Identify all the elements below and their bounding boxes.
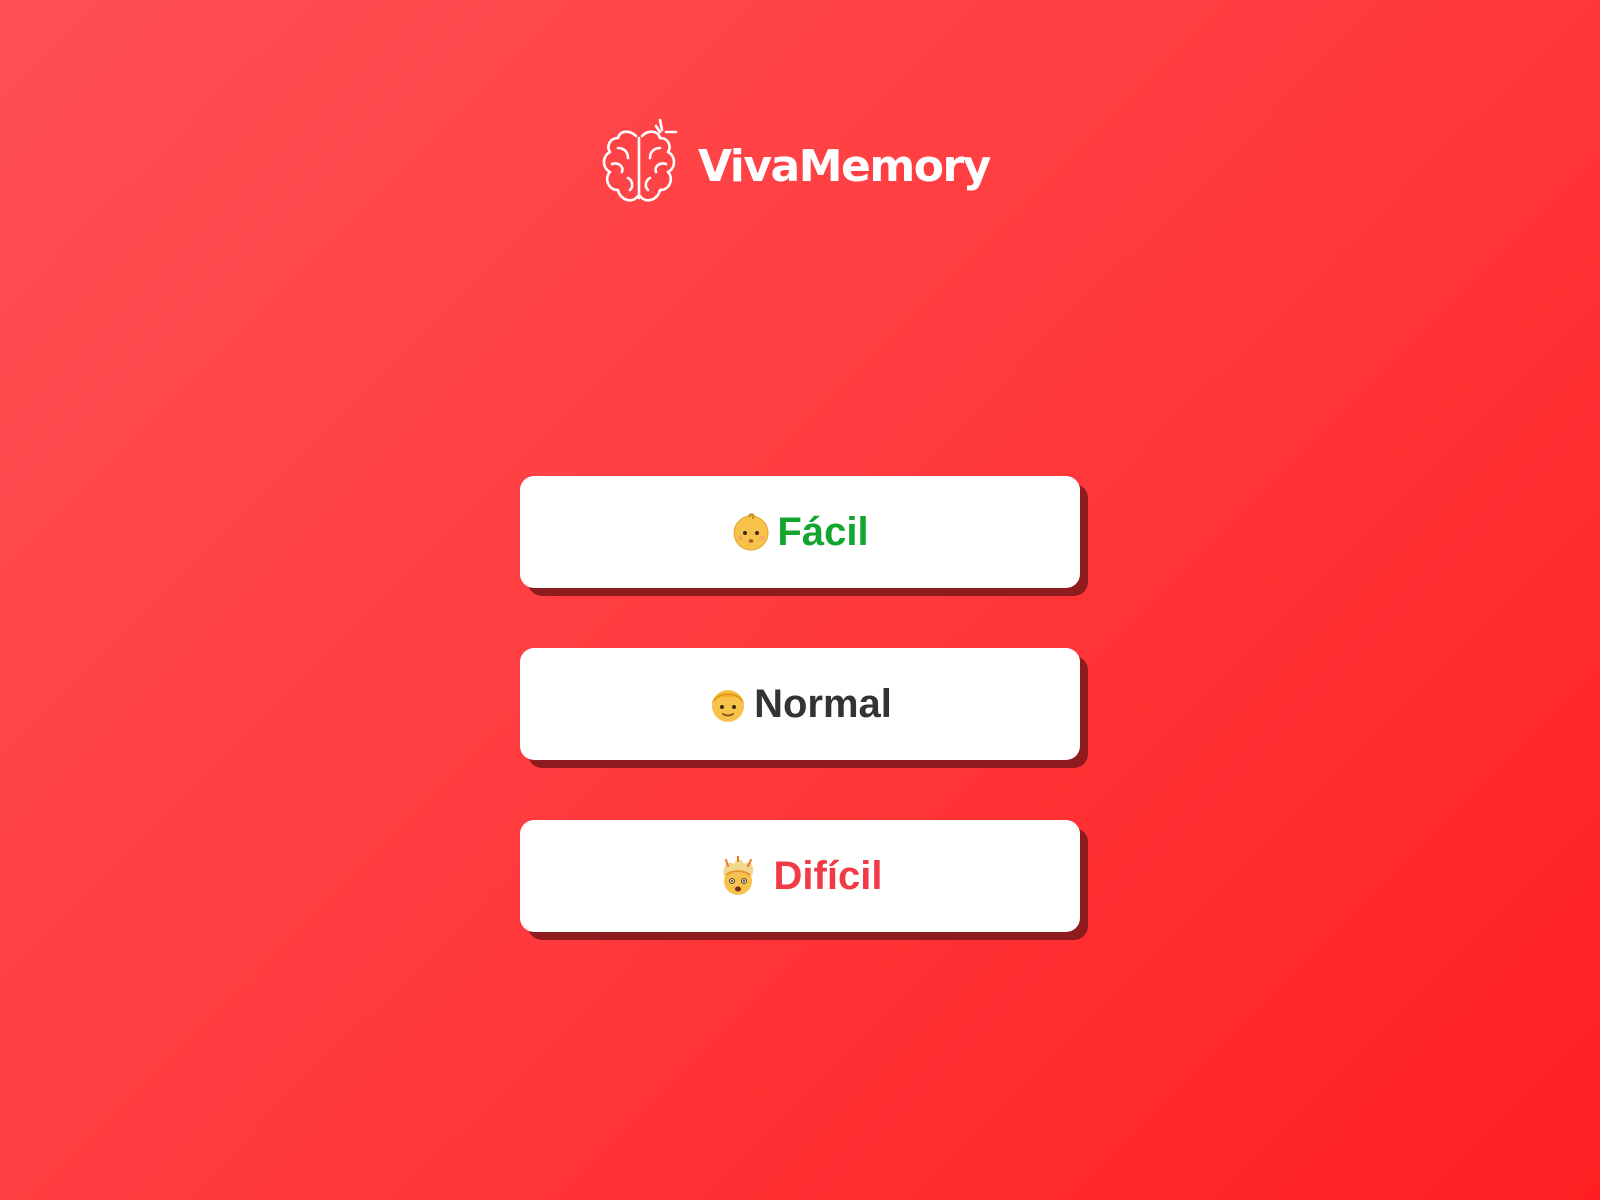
hard-level-label: Difícil — [773, 854, 883, 898]
exploding-head-icon — [718, 856, 758, 896]
app-logo: VivaMemory — [600, 118, 991, 208]
easy-level-button[interactable]: Fácil — [520, 476, 1080, 588]
hard-level-button[interactable]: Difícil — [520, 820, 1080, 932]
brain-icon — [602, 118, 678, 202]
baby-face-icon — [731, 512, 771, 552]
normal-level-button[interactable]: Normal — [520, 648, 1080, 760]
difficulty-menu: Fácil Normal Difícil — [520, 476, 1080, 992]
normal-level-label: Normal — [754, 682, 892, 726]
app-title: VivaMemory — [698, 140, 991, 192]
boy-face-icon — [708, 684, 748, 724]
easy-level-label: Fácil — [777, 510, 869, 554]
